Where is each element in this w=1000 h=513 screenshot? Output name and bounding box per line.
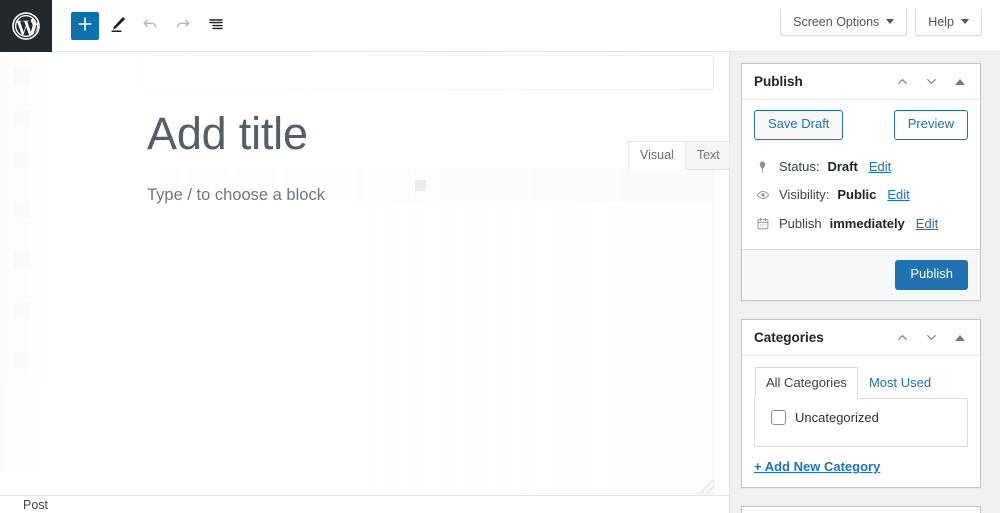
categories-panel-body: All Categories Most Used Uncategorized +… — [742, 356, 980, 487]
post-schedule-label: Publish — [779, 215, 822, 231]
details-button[interactable] — [201, 11, 231, 41]
category-label: Uncategorized — [795, 410, 879, 426]
publish-button[interactable]: Publish — [895, 260, 968, 291]
add-block-button[interactable] — [71, 11, 99, 40]
category-checkbox-uncategorized[interactable] — [771, 410, 786, 426]
post-schedule-row: Publish immediately Edit — [754, 210, 968, 239]
save-draft-button[interactable]: Save Draft — [754, 110, 844, 140]
post-status-row: Status: Draft Edit — [754, 153, 968, 182]
tab-most-used[interactable]: Most Used — [858, 367, 942, 399]
tab-all-categories[interactable]: All Categories — [755, 367, 858, 400]
editor-top-bar: Screen Options Help — [0, 0, 1000, 52]
publish-panel-body: Save Draft Preview Status: Draft Edit Vi… — [742, 100, 980, 249]
list-view-icon — [206, 14, 226, 37]
calendar-icon — [754, 216, 771, 231]
screen-options-label: Screen Options — [793, 14, 880, 29]
post-title-input[interactable]: Add title — [147, 107, 308, 160]
post-status-value: Draft — [827, 158, 858, 174]
categories-list: Uncategorized — [754, 399, 968, 448]
help-button[interactable]: Help — [915, 9, 982, 36]
panel-controls — [890, 326, 972, 350]
post-visibility-value: Public — [837, 187, 877, 203]
chevron-down-icon — [961, 19, 969, 24]
editor-canvas[interactable]: Add title Type / to choose a block — [0, 52, 729, 495]
preview-button[interactable]: Preview — [893, 110, 968, 140]
publish-panel-header: Publish — [742, 64, 980, 100]
help-label: Help — [928, 14, 954, 29]
post-status-label: Status: — [779, 158, 820, 174]
admin-screen-meta-links: Screen Options Help — [780, 9, 1000, 39]
plus-icon — [76, 15, 94, 36]
block-breadcrumb-bar: Post — [0, 495, 729, 513]
categories-panel-header: Categories — [742, 320, 980, 357]
publish-panel: Publish Save Draft Preview Status: Draft… — [741, 63, 981, 302]
tools-button[interactable] — [102, 11, 132, 41]
categories-panel-title: Categories — [754, 330, 824, 346]
post-visibility-row: Visibility: Public Edit — [754, 181, 968, 210]
edit-schedule-link[interactable]: Edit — [916, 214, 938, 234]
move-down-icon[interactable] — [919, 70, 943, 94]
pin-icon — [754, 160, 771, 174]
eye-icon — [754, 188, 771, 202]
categories-panel: Categories All Categories Most Used Unca… — [741, 319, 981, 489]
edit-visibility-link[interactable]: Edit — [887, 185, 909, 205]
breadcrumb-item-post[interactable]: Post — [23, 498, 48, 512]
tags-panel-header: Tags — [742, 507, 980, 513]
post-settings-sidebar: Publish Save Draft Preview Status: Draft… — [729, 52, 1000, 513]
panel-controls — [890, 70, 972, 94]
edit-status-link[interactable]: Edit — [869, 157, 891, 177]
categories-tabs: All Categories Most Used — [754, 366, 968, 400]
tags-panel: Tags — [741, 506, 981, 513]
list-item[interactable]: Uncategorized — [767, 410, 955, 426]
editor-tools-group — [71, 11, 231, 41]
toggle-panel-icon[interactable] — [948, 70, 972, 94]
move-up-icon[interactable] — [890, 70, 914, 94]
screen-options-button[interactable]: Screen Options — [780, 9, 908, 36]
wordpress-block-editor: Visual Text Screen Options Help Add titl… — [0, 0, 1000, 513]
wordpress-logo-button[interactable] — [0, 0, 52, 52]
publish-panel-title: Publish — [754, 73, 803, 89]
move-down-icon[interactable] — [919, 326, 943, 350]
undo-arrow-icon — [140, 14, 160, 37]
undo-button[interactable] — [135, 11, 165, 41]
publish-actions-row: Save Draft Preview — [754, 110, 968, 140]
add-new-category-link[interactable]: + Add New Category — [754, 459, 880, 474]
publish-panel-footer: Publish — [742, 249, 980, 301]
redo-arrow-icon — [173, 14, 193, 37]
wordpress-logo-icon — [11, 11, 41, 41]
default-block-appender[interactable]: Type / to choose a block — [147, 182, 325, 208]
post-schedule-value: immediately — [829, 215, 905, 231]
toggle-panel-icon[interactable] — [948, 326, 972, 350]
move-up-icon[interactable] — [890, 326, 914, 350]
redo-button[interactable] — [168, 11, 198, 41]
pencil-icon — [107, 14, 127, 37]
chevron-down-icon — [886, 19, 895, 24]
post-visibility-label: Visibility: — [779, 187, 830, 203]
